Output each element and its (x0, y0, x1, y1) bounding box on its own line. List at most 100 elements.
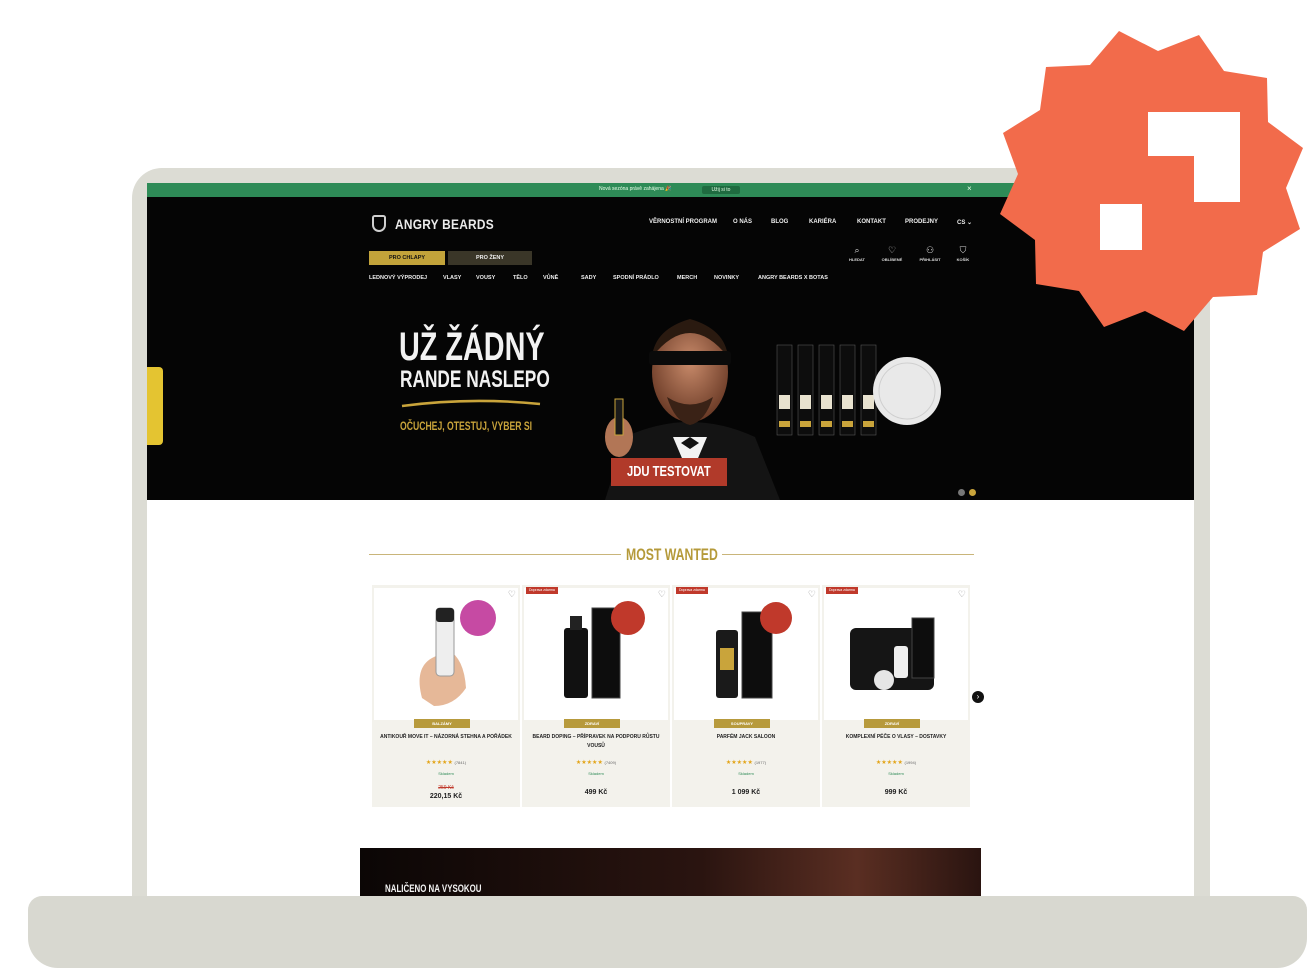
promo-badge: Doprava zdarma (526, 587, 558, 594)
product-category: SOUPRAVY (714, 719, 770, 728)
product-price: 499 Kč (584, 789, 608, 796)
section-title: MOST WANTED (626, 545, 718, 564)
product-category: BALZÁMY (414, 719, 470, 728)
category-body[interactable]: TĚLO (513, 275, 528, 281)
favorite-heart-icon[interactable]: ♡ (658, 589, 666, 600)
chevron-right-icon[interactable]: › (972, 691, 984, 703)
heart-icon: ♡ (887, 245, 897, 255)
hero-title: UŽ ŽÁDNÝ (399, 325, 545, 369)
product-card[interactable]: Doprava zdarma ♡ ZDRAVÍ KOMPLEXNÍ PÉČE O… (822, 585, 970, 807)
app-logo-icon (1000, 31, 1303, 331)
nav-blog[interactable]: BLOG (771, 219, 788, 225)
promo-banner[interactable]: NALIČENO NA VYSOKOU (360, 848, 981, 898)
tab-women[interactable]: PRO ŽENY (448, 251, 532, 265)
section-divider-left (369, 554, 621, 555)
favorite-heart-icon[interactable]: ♡ (508, 589, 516, 600)
nav-stores[interactable]: PRODEJNY (905, 219, 938, 225)
promo-badge: Doprava zdarma (676, 587, 708, 594)
category-botas[interactable]: ANGRY BEARDS X BOTAS (758, 275, 828, 281)
rating-count: (7841) (454, 760, 467, 765)
hero-cta-label: JDU TESTOVAT (627, 463, 711, 480)
product-name[interactable]: ANTIKOUŘ MOVE IT – NÁZORNÁ STEHNA A POŘÁ… (380, 733, 512, 742)
product-category: ZDRAVÍ (564, 719, 620, 728)
login-button[interactable]: ⚇ PŘIHLÁSIT (917, 245, 943, 263)
rating-stars: ★★★★★ (875, 760, 903, 766)
rating-count: (7409) (604, 760, 617, 765)
rating-stars: ★★★★★ (725, 760, 753, 766)
search-button[interactable]: ⌕ HLEDAT (844, 245, 870, 263)
rating-count: (1977) (754, 760, 767, 765)
promo-badge: Doprava zdarma (826, 587, 858, 594)
rating-stars: ★★★★★ (575, 760, 603, 766)
hero-products-image (776, 344, 941, 436)
brand-logo[interactable]: ANGRY BEARDS (395, 216, 494, 232)
category-sets[interactable]: SADY (581, 275, 596, 281)
user-icon: ⚇ (925, 245, 935, 255)
search-label: HLEDAT (849, 257, 865, 262)
nav-contact[interactable]: KONTAKT (857, 219, 886, 225)
favorites-label: OBLÍBENÉ (881, 257, 903, 262)
language-select[interactable]: CS ⌄ (957, 219, 972, 226)
product-card[interactable]: Doprava zdarma ♡ SOUPRAVY PARFÉM JACK SA… (672, 585, 820, 807)
product-category: ZDRAVÍ (864, 719, 920, 728)
nav-career[interactable]: KARIÉRA (809, 219, 836, 225)
category-scents[interactable]: VŮNĚ (543, 275, 558, 281)
category-beard[interactable]: VOUSY (476, 275, 495, 281)
product-name[interactable]: KOMPLEXNÍ PÉČE O VLASY – DOSTAVKY (830, 733, 962, 742)
nav-about[interactable]: O NÁS (733, 219, 752, 225)
cart-icon: ⛉ (959, 245, 967, 255)
hero-subtitle: OČUCHEJ, OTESTUJ, VYBER SI (400, 419, 533, 433)
stock-status: Skladem (738, 771, 754, 776)
product-image[interactable]: ♡ (374, 588, 518, 720)
side-feedback-tab[interactable] (147, 367, 163, 445)
hero-swoosh (401, 399, 541, 408)
product-image[interactable]: Doprava zdarma ♡ (524, 587, 668, 720)
product-price: 999 Kč (884, 789, 908, 796)
old-price: 259 Kč (438, 785, 454, 791)
favorites-button[interactable]: ♡ OBLÍBENÉ (879, 245, 905, 263)
tab-men[interactable]: PRO CHLAPY (369, 251, 445, 265)
laptop-base (28, 896, 1307, 968)
search-icon: ⌕ (854, 245, 860, 255)
section-divider-right (722, 554, 974, 555)
product-rating: ★★★★★ (1977) (672, 759, 820, 766)
product-image[interactable]: Doprava zdarma ♡ (824, 587, 968, 720)
product-price: 220,15 Kč (429, 793, 463, 800)
category-sale[interactable]: LEDNOVÝ VÝPRODEJ (369, 275, 427, 281)
category-new[interactable]: NOVINKY (714, 275, 739, 281)
hero-cta-button[interactable]: JDU TESTOVAT (611, 458, 727, 486)
product-name[interactable]: PARFÉM JACK SALOON (680, 733, 812, 742)
announcement-text: Nová sezóna právě zahájena 🎉 (599, 186, 672, 192)
announcement-button[interactable]: Užij si to (702, 186, 740, 194)
rating-stars: ★★★★★ (425, 760, 453, 766)
product-photo (419, 600, 496, 706)
cart-button[interactable]: ⛉ KOŠÍK (950, 245, 976, 263)
product-image[interactable]: Doprava zdarma ♡ (674, 587, 818, 720)
stock-status: Skladem (438, 771, 454, 776)
product-card[interactable]: Doprava zdarma ♡ ZDRAVÍ BEARD DOPING – P… (522, 585, 670, 807)
category-hair[interactable]: VLASY (443, 275, 461, 281)
cart-label: KOŠÍK (956, 257, 970, 262)
login-label: PŘIHLÁSIT (919, 257, 941, 262)
favorite-heart-icon[interactable]: ♡ (808, 589, 816, 600)
product-rating: ★★★★★ (1994) (822, 759, 970, 766)
stock-status: Skladem (588, 771, 604, 776)
product-photo (716, 602, 792, 699)
slider-dot-2[interactable] (969, 489, 976, 496)
product-rating: ★★★★★ (7409) (522, 759, 670, 766)
slider-dot-1[interactable] (958, 489, 965, 496)
product-photo (850, 617, 935, 690)
product-price: 1 099 Kč (731, 789, 761, 796)
product-card[interactable]: ♡ BALZÁMY ANTIKOUŘ MOVE IT – NÁZORNÁ STE… (372, 585, 520, 807)
product-rating: ★★★★★ (7841) (372, 759, 520, 766)
category-merch[interactable]: MERCH (677, 275, 697, 281)
rating-count: (1994) (904, 760, 917, 765)
nav-loyalty[interactable]: VĚRNOSTNÍ PROGRAM (649, 219, 717, 225)
close-icon[interactable]: × (967, 184, 972, 193)
category-underwear[interactable]: SPODNÍ PRÁDLO (613, 275, 659, 281)
product-name[interactable]: BEARD DOPING – PŘÍPRAVEK NA PODPORU RŮST… (530, 733, 662, 751)
favorite-heart-icon[interactable]: ♡ (958, 589, 966, 600)
beard-logo-icon[interactable] (372, 215, 386, 232)
hero-title-line2: RANDE NASLEPO (400, 366, 550, 393)
promo-title: NALIČENO NA VYSOKOU (385, 883, 482, 895)
